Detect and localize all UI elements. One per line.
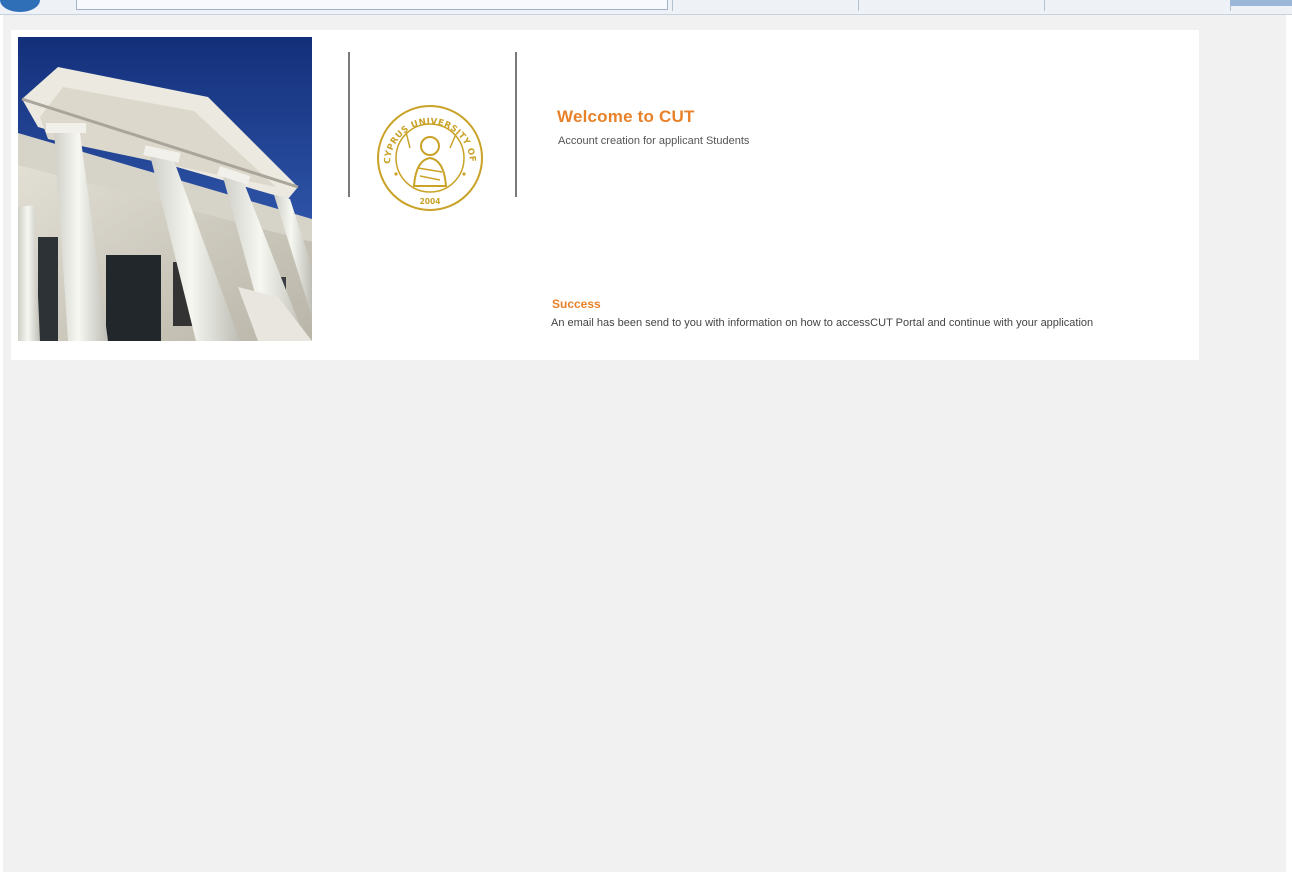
toolbar-separator	[1044, 0, 1045, 11]
toolbar-separator	[672, 0, 673, 11]
browser-tab-strip	[1230, 0, 1292, 6]
right-page-edge	[1286, 0, 1292, 872]
left-page-edge	[0, 0, 3, 872]
seal-year: 2004	[420, 197, 441, 206]
welcome-card: CYPRUS UNIVERSITY OF TECHNOLOGY 2004 Wel…	[11, 30, 1199, 360]
status-label: Success	[552, 297, 601, 311]
browser-toolbar	[0, 0, 1292, 15]
page-title: Welcome to CUT	[557, 107, 695, 126]
header-divider-left	[348, 52, 350, 197]
university-building-photo	[18, 37, 312, 341]
address-bar[interactable]	[76, 0, 668, 10]
seal-ring-text: CYPRUS UNIVERSITY OF TECHNOLOGY	[370, 95, 477, 164]
svg-text:CYPRUS UNIVERSITY OF TECHNOLOG: CYPRUS UNIVERSITY OF TECHNOLOGY	[374, 102, 477, 164]
browser-back-button[interactable]	[0, 0, 40, 12]
university-seal-logo: CYPRUS UNIVERSITY OF TECHNOLOGY 2004	[370, 95, 486, 214]
page-subtitle: Account creation for applicant Students	[558, 135, 750, 147]
status-message: An email has been send to you with infor…	[551, 317, 1094, 329]
toolbar-separator	[858, 0, 859, 11]
header-divider-right	[515, 52, 517, 197]
